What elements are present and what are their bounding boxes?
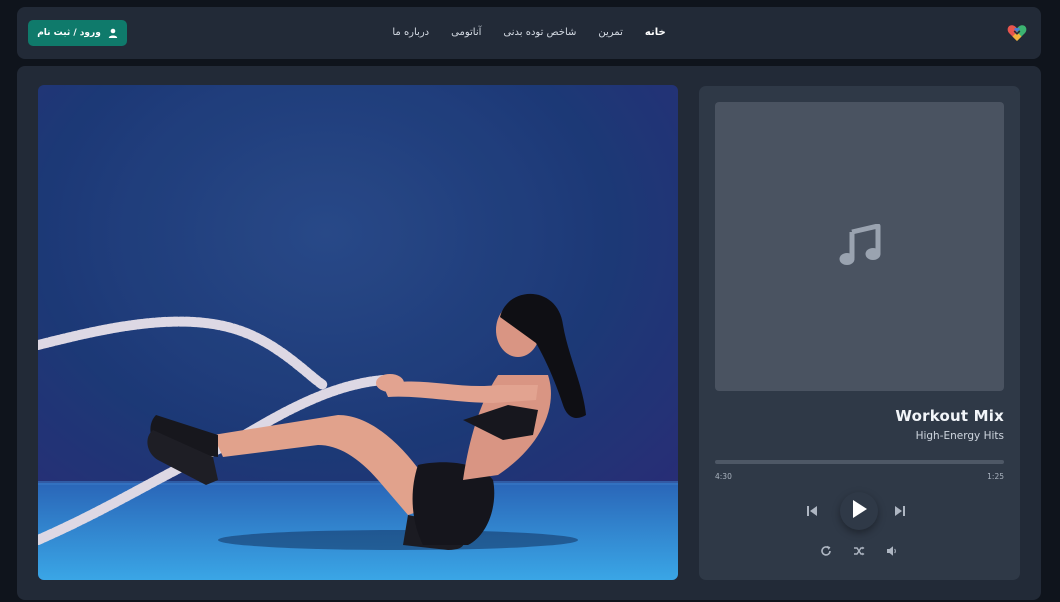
main-nav: خانه تمرین شاخص توده بدنی آناتومی درباره… <box>17 7 1041 59</box>
nav-exercise[interactable]: تمرین <box>587 7 633 59</box>
previous-button[interactable] <box>805 504 819 518</box>
nav-home[interactable]: خانه <box>634 7 677 59</box>
duration: 1:25 <box>987 472 1004 481</box>
heart-logo-icon[interactable] <box>1006 22 1028 44</box>
secondary-controls <box>699 544 1020 560</box>
login-register-label: ورود / ثبت نام <box>37 28 101 38</box>
playback-controls <box>699 492 1020 532</box>
shuffle-button[interactable] <box>852 544 866 558</box>
track-subtitle: High-Energy Hits <box>915 430 1004 442</box>
current-time: 4:30 <box>715 472 732 481</box>
progress-bar[interactable] <box>715 460 1004 464</box>
nav-bmi[interactable]: شاخص توده بدنی <box>492 7 587 59</box>
volume-icon <box>886 542 898 561</box>
track-title: Workout Mix <box>895 407 1004 425</box>
nav-about[interactable]: درباره ما <box>381 7 440 59</box>
volume-button[interactable] <box>885 544 899 558</box>
nav-anatomy[interactable]: آناتومی <box>440 7 492 59</box>
album-cover <box>715 102 1004 391</box>
repeat-icon <box>820 542 832 561</box>
login-register-button[interactable]: ورود / ثبت نام <box>28 20 127 46</box>
shuffle-icon <box>853 542 865 561</box>
play-icon <box>850 499 868 523</box>
next-icon <box>894 502 906 521</box>
hero-image <box>38 85 678 580</box>
music-player: Workout Mix High-Energy Hits 4:30 1:25 <box>699 86 1020 580</box>
user-icon <box>108 28 118 38</box>
music-note-icon <box>838 223 882 270</box>
top-navbar: ورود / ثبت نام خانه تمرین شاخص توده بدنی… <box>17 7 1041 59</box>
next-button[interactable] <box>893 504 907 518</box>
previous-icon <box>806 502 818 521</box>
play-button[interactable] <box>840 492 878 530</box>
main-panel: Workout Mix High-Energy Hits 4:30 1:25 <box>17 66 1041 600</box>
repeat-button[interactable] <box>819 544 833 558</box>
